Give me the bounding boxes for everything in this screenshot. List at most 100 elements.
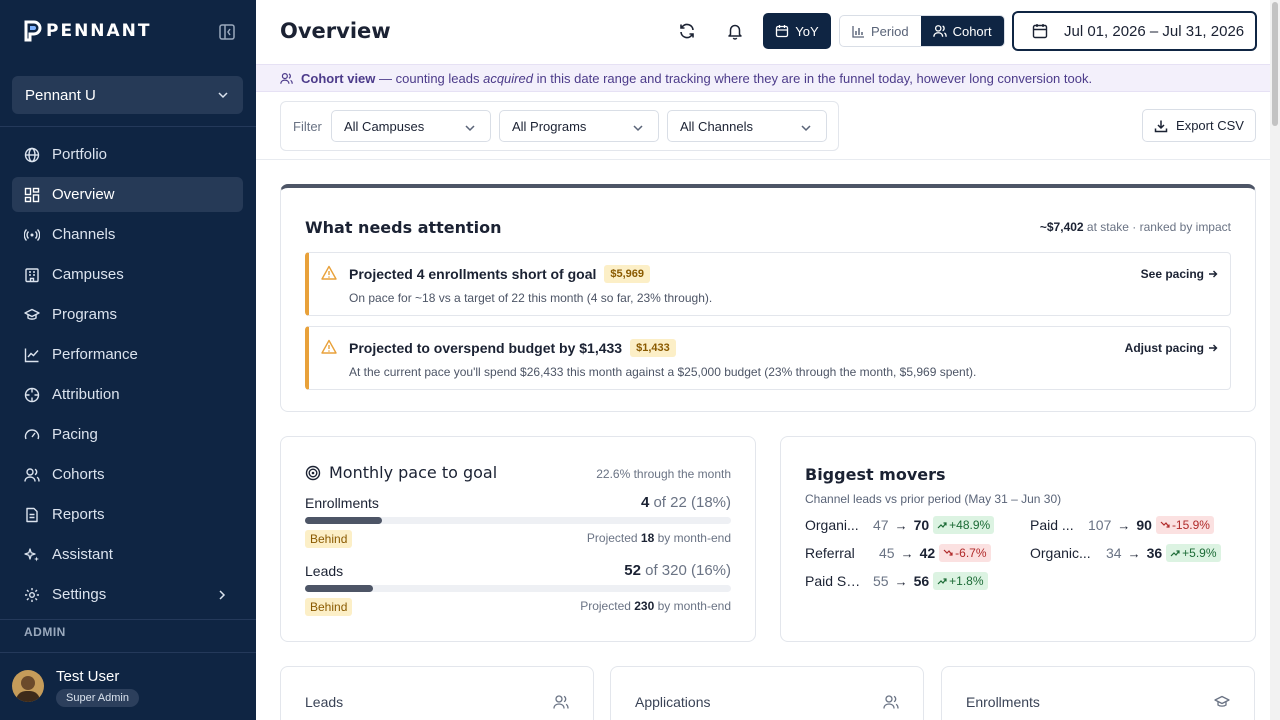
export-csv-button[interactable]: Export CSV [1142, 109, 1256, 142]
sidebar-item-overview[interactable]: Overview [12, 177, 243, 212]
sidebar-item-label: Settings [52, 586, 107, 603]
yoy-label: YoY [795, 23, 819, 39]
page-title: Overview [280, 19, 391, 43]
sidebar-divider [0, 619, 256, 620]
scrollbar-thumb[interactable] [1272, 2, 1278, 126]
sidebar-item-portfolio[interactable]: Portfolio [12, 137, 243, 172]
program-filter-select[interactable]: All Programs [499, 110, 659, 142]
globe-icon [24, 147, 40, 162]
date-range-value: Jul 01, 2026 – Jul 31, 2026 [1064, 22, 1245, 40]
at-stake-summary: ~$7,402 at stake · ranked by impact [1040, 220, 1231, 234]
sidebar-item-pacing[interactable]: Pacing [12, 417, 243, 452]
banner-text-after: in this date range and tracking where th… [532, 70, 1093, 86]
alert-title: Projected to overspend budget by $1,433 $… [349, 339, 676, 357]
cohort-view-option[interactable]: Cohort [920, 16, 1004, 46]
mover-row[interactable]: Paid So... 55 → 56 +1.8% [805, 571, 988, 591]
sidebar-divider [0, 652, 256, 653]
warning-icon [321, 265, 337, 280]
projected-prefix: Projected [580, 599, 635, 613]
cohort-view-banner: Cohort view — counting leads acquired in… [256, 64, 1270, 92]
mover-prev-value: 45 [879, 545, 895, 561]
sidebar-item-cohorts[interactable]: Cohorts [12, 457, 243, 492]
sidebar-item-campuses[interactable]: Campuses [12, 257, 243, 292]
impact-badge: $1,433 [630, 339, 676, 357]
user-name: Test User [56, 668, 120, 685]
sidebar-item-attribution[interactable]: Attribution [12, 377, 243, 412]
see-pacing-link[interactable]: See pacing [1141, 267, 1218, 281]
users-icon [280, 72, 293, 84]
see-pacing-label: See pacing [1140, 267, 1204, 281]
app-logo[interactable]: PENNANT [24, 20, 152, 42]
metric-target: of 320 (16%) [640, 562, 731, 579]
main-content: Overview YoY Period Cohort Jul 01, 2026 … [256, 0, 1270, 720]
banner-text-before: — counting leads [375, 70, 484, 86]
alert-description: On pace for ~18 vs a target of 22 this m… [349, 291, 713, 305]
channel-filter-select[interactable]: All Channels [667, 110, 827, 142]
sidebar: PENNANT Pennant U Portfolio Overview Cha… [0, 0, 256, 720]
applications-kpi-card: Applications [610, 666, 924, 720]
yoy-toggle-button[interactable]: YoY [763, 13, 831, 49]
sidebar-item-reports[interactable]: Reports [12, 497, 243, 532]
mover-row[interactable]: Organic... 34 → 36 +5.9% [1030, 543, 1221, 563]
refresh-button[interactable] [675, 19, 699, 43]
mover-channel-name: Organic... [1030, 545, 1091, 561]
mover-channel-name: Paid So... [805, 573, 865, 589]
users-icon [24, 467, 40, 482]
sidebar-item-performance[interactable]: Performance [12, 337, 243, 372]
gear-icon [25, 587, 39, 602]
collapse-sidebar-icon[interactable] [218, 23, 236, 41]
mover-current-value: 56 [913, 573, 930, 589]
leads-kpi-card: Leads [280, 666, 594, 720]
bell-icon [728, 24, 742, 40]
sidebar-item-assistant[interactable]: Assistant [12, 537, 243, 572]
admin-section-label: ADMIN [24, 625, 66, 639]
org-selector[interactable]: Pennant U [12, 76, 243, 114]
chevron-down-icon [218, 92, 228, 99]
page-scrollbar[interactable] [1270, 0, 1280, 720]
mover-prev-value: 55 [873, 573, 889, 589]
sidebar-item-channels[interactable]: Channels [12, 217, 243, 252]
period-view-option[interactable]: Period [840, 16, 921, 46]
sidebar-item-label: Campuses [52, 266, 124, 283]
pace-to-goal-card: Monthly pace to goal 22.6% through the m… [280, 436, 756, 642]
banner-strong: Cohort view [301, 70, 376, 86]
sidebar-item-label: Assistant [52, 546, 113, 563]
projected-text: Projected 18 by month-end [587, 531, 731, 545]
users-icon [883, 695, 899, 709]
graduation-cap-icon [1214, 695, 1230, 707]
attention-title: What needs attention [305, 218, 502, 237]
user-profile[interactable]: Test User Super Admin [12, 668, 139, 707]
sidebar-item-label: Programs [52, 306, 118, 323]
metric-value: 4 of 22 (18%) [641, 494, 731, 511]
mover-prev-value: 107 [1088, 517, 1112, 533]
progress-bar-fill [305, 585, 374, 592]
month-progress-note: 22.6% through the month [596, 467, 731, 481]
metric-name: Leads [305, 563, 344, 579]
metric-target: of 22 (18%) [649, 494, 731, 511]
sidebar-item-programs[interactable]: Programs [12, 297, 243, 332]
mover-row[interactable]: Paid ... 107 → 90 -15.9% [1030, 515, 1214, 535]
arrow-right-icon: → [900, 545, 914, 561]
sidebar-item-label: Channels [52, 226, 116, 243]
pace-header: Monthly pace to goal [305, 463, 497, 482]
arrow-right-icon: → [894, 573, 908, 589]
notifications-button[interactable] [723, 19, 747, 43]
sidebar-item-label: Cohorts [52, 466, 105, 483]
change-badge: +48.9% [933, 516, 995, 534]
sidebar-item-settings[interactable]: Settings [12, 577, 243, 612]
arrow-right-icon: → [1127, 545, 1141, 561]
sidebar-divider [0, 126, 256, 127]
date-range-picker[interactable]: Jul 01, 2026 – Jul 31, 2026 [1012, 11, 1257, 51]
app-name: PENNANT [46, 21, 152, 41]
bar-chart-icon [852, 25, 864, 38]
mover-row[interactable]: Referral 45 → 42 -6.7% [805, 543, 991, 563]
change-value: +48.9% [949, 518, 991, 532]
campus-filter-select[interactable]: All Campuses [331, 110, 491, 142]
sidebar-item-label: Attribution [52, 386, 120, 403]
mover-row[interactable]: Organi... 47 → 70 +48.9% [805, 515, 995, 535]
period-view-label: Period [871, 23, 909, 39]
sidebar-item-label: Reports [52, 506, 105, 523]
adjust-pacing-link[interactable]: Adjust pacing [1125, 341, 1218, 355]
broadcast-icon [24, 228, 40, 241]
sidebar-item-label: Portfolio [52, 146, 108, 163]
